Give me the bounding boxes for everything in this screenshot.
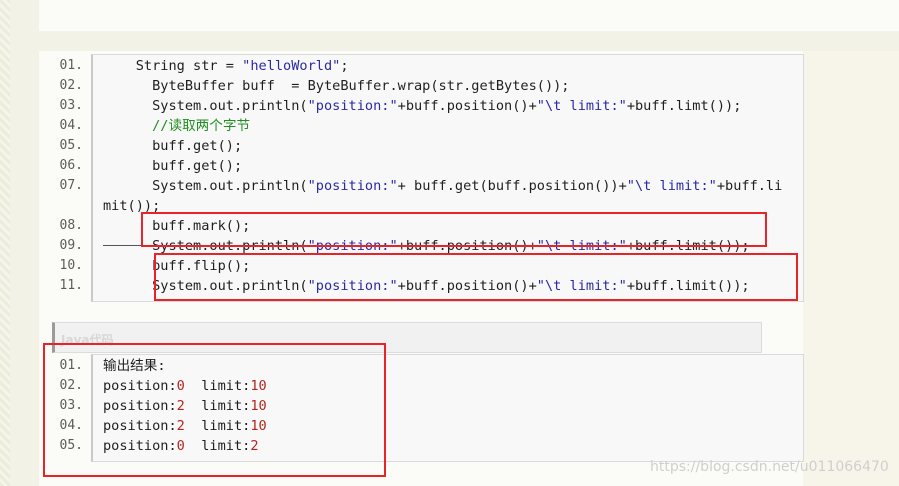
code-token: String str = <box>103 58 243 74</box>
code-token: "helloWorld" <box>242 58 341 74</box>
highlight-box-mark <box>141 212 767 247</box>
right-band <box>803 51 899 486</box>
line-number: 02. <box>59 78 83 93</box>
code-text: ByteBuffer buff = ByteBuffer.wrap(str.ge… <box>103 76 570 96</box>
line-number: 06. <box>59 158 83 173</box>
code-token: +buff.li <box>716 178 783 194</box>
code-token: System.out.println( <box>103 178 308 194</box>
code-token: +buff.position()+ <box>397 98 537 114</box>
code-line: 05. buff.get(); <box>39 136 803 156</box>
code-token: ByteBuffer buff = ByteBuffer.wrap(str.ge… <box>103 78 570 94</box>
line-number: 08. <box>59 218 83 233</box>
code-token: "\t limit:" <box>626 178 717 194</box>
line-number: 10. <box>59 258 83 273</box>
code-token: "position:" <box>307 98 398 114</box>
code-line: 06. buff.get(); <box>39 156 803 176</box>
code-line: 03. System.out.println("position:"+buff.… <box>39 96 803 116</box>
line-number: 04. <box>59 118 83 133</box>
line-number: 05. <box>59 138 83 153</box>
highlight-box-flip <box>154 253 798 301</box>
line-number: 07. <box>59 178 83 193</box>
code-text: buff.get(); <box>103 156 242 176</box>
code-text: //读取两个字节 <box>103 116 250 136</box>
line-number: 03. <box>59 98 83 113</box>
code-token: buff.get(); <box>103 138 243 154</box>
code-token: +buff.limt()); <box>626 98 742 114</box>
code-line: 04. //读取两个字节 <box>39 116 803 136</box>
code-line: 01. String str = "helloWorld"; <box>39 56 803 76</box>
line-number: 01. <box>59 58 83 73</box>
code-token: //读取两个字节 <box>103 118 251 134</box>
code-line: 02. ByteBuffer buff = ByteBuffer.wrap(st… <box>39 76 803 96</box>
code-token: System.out.println( <box>103 98 308 114</box>
code-text: buff.get(); <box>103 136 242 156</box>
code-text: System.out.println("position:"+buff.posi… <box>103 96 741 116</box>
page-left-strip <box>0 0 10 486</box>
code-line: 07. System.out.println("position:"+ buff… <box>39 176 803 196</box>
top-panel <box>39 0 899 31</box>
code-text: System.out.println("position:"+ buff.get… <box>103 176 782 196</box>
code-token: "position:" <box>307 178 398 194</box>
code-token: buff.get(); <box>103 158 243 174</box>
code-token: ; <box>340 58 349 74</box>
line-number: 09. <box>59 238 83 253</box>
line-number: 11. <box>59 278 83 293</box>
code-token: "\t limit:" <box>536 98 627 114</box>
code-text: String str = "helloWorld"; <box>103 56 349 76</box>
highlight-box-output <box>43 343 386 477</box>
code-token: + buff.get(buff.position())+ <box>397 178 627 194</box>
watermark: https://blog.csdn.net/u011066470 <box>650 459 889 475</box>
